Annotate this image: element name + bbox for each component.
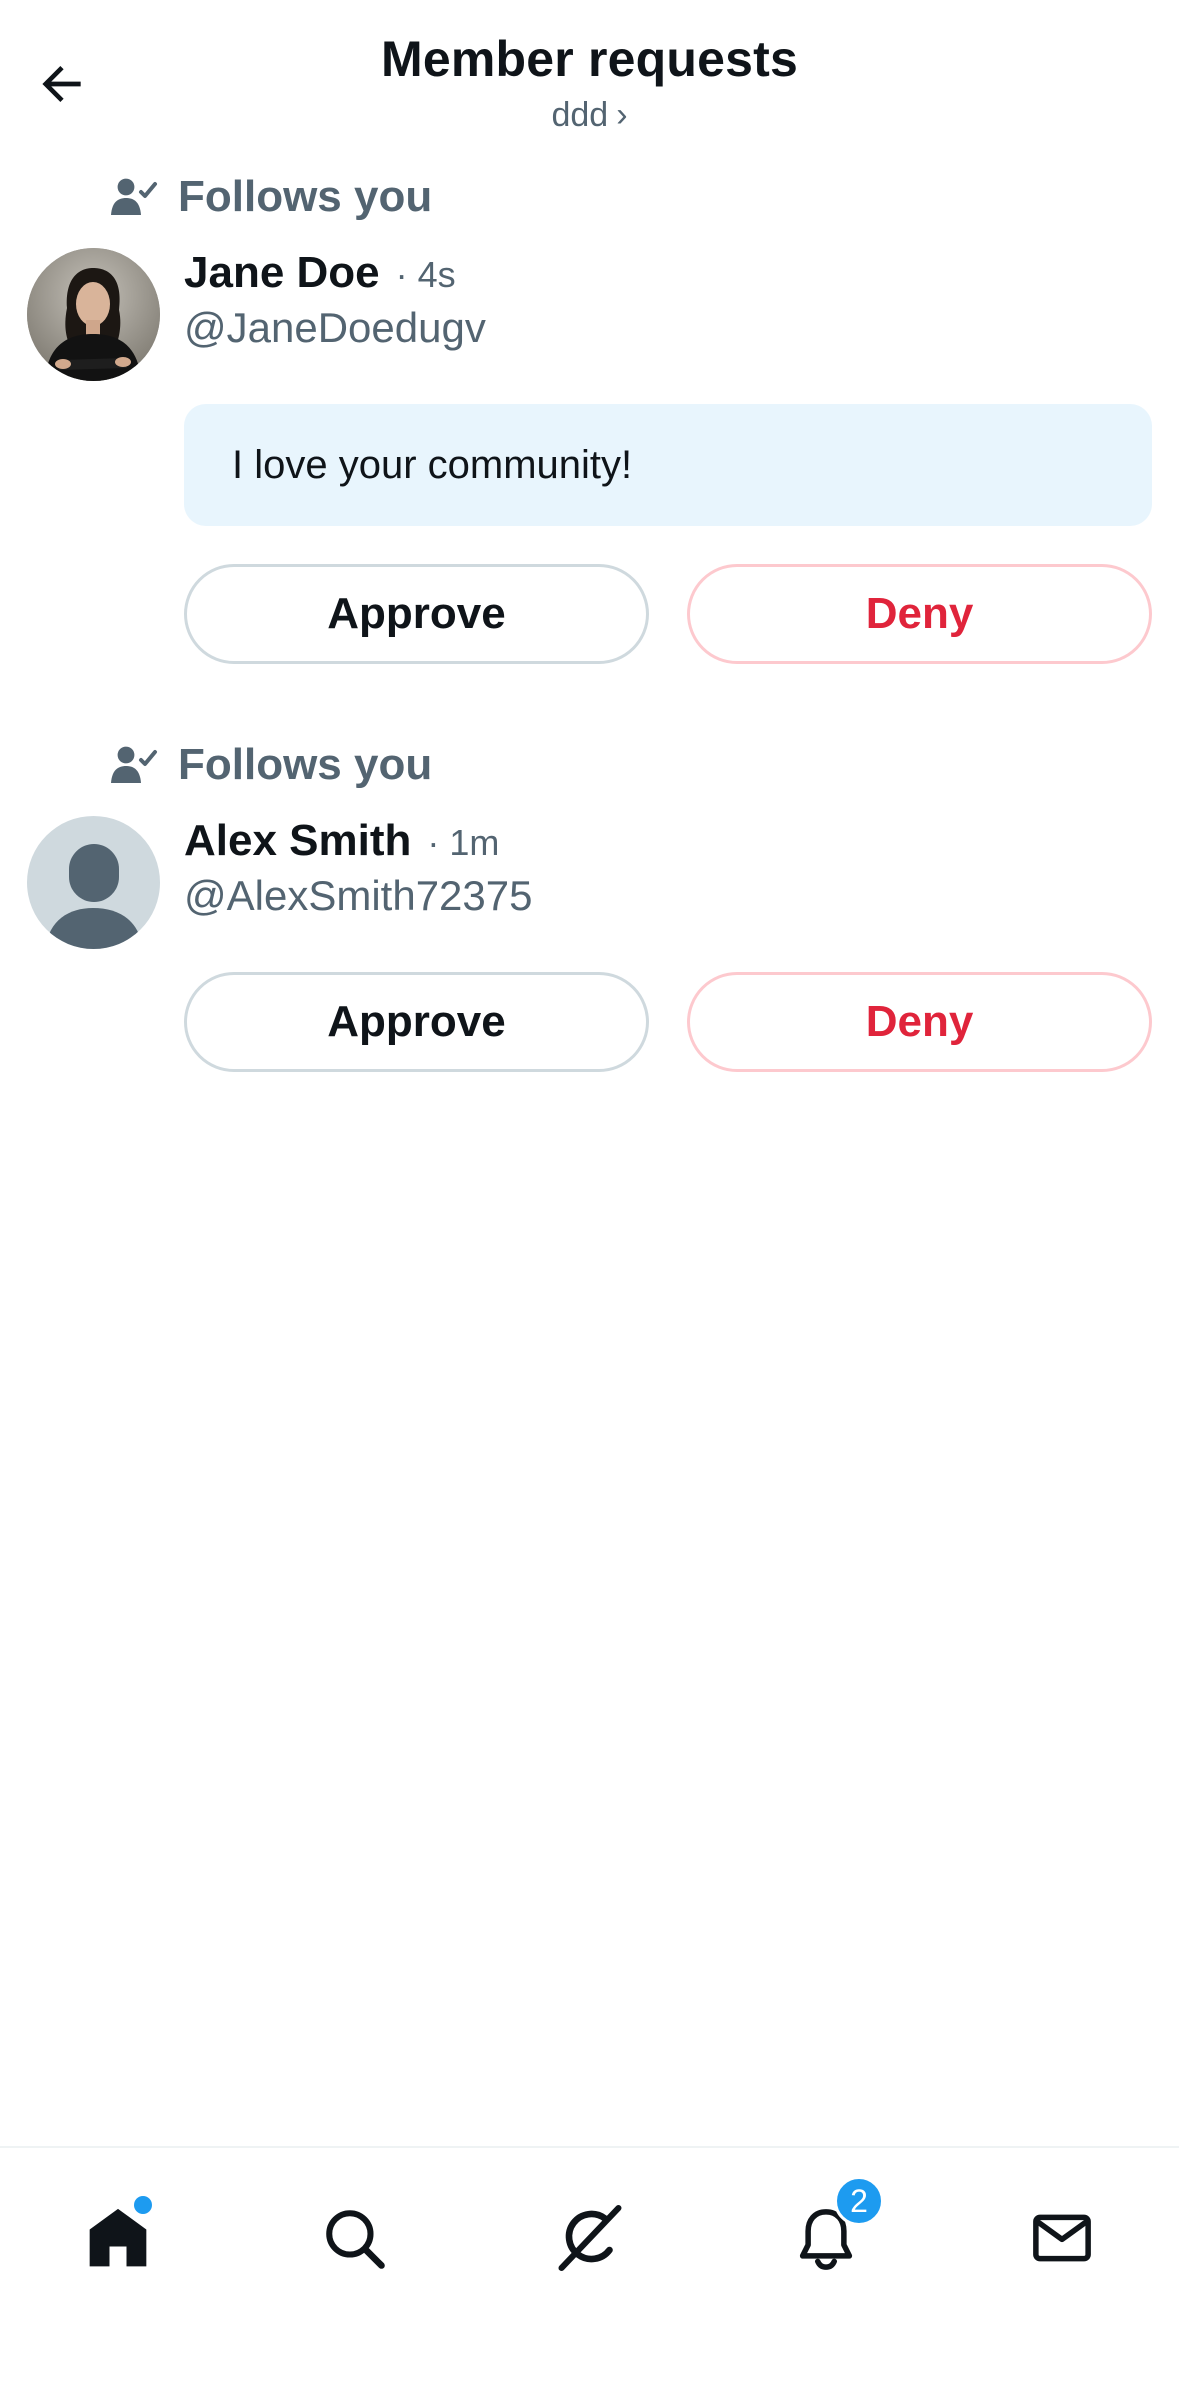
nav-home[interactable]	[58, 2178, 178, 2298]
person-check-icon	[111, 178, 157, 215]
approve-button[interactable]: Approve	[184, 972, 649, 1072]
follows-you-row: Follows you	[110, 740, 432, 790]
user-handle: @AlexSmith72375	[184, 872, 533, 919]
name-row: Alex Smith · 1m	[184, 816, 499, 866]
person-check-icon	[111, 746, 157, 783]
chevron-right-icon: ›	[616, 96, 628, 134]
avatar[interactable]	[27, 816, 160, 949]
name-row: Jane Doe · 4s	[184, 248, 456, 298]
follows-you-label: Follows you	[178, 172, 433, 221]
nav-grok[interactable]	[530, 2178, 650, 2298]
nav-search[interactable]	[294, 2178, 414, 2298]
user-handle: @JaneDoedugv	[184, 304, 486, 351]
timestamp: · 4s	[395, 254, 456, 295]
mail-icon	[1033, 2214, 1091, 2262]
nav-messages[interactable]	[1002, 2178, 1122, 2298]
bottom-nav: 2	[0, 2146, 1179, 2396]
request-message: I love your community!	[184, 404, 1152, 526]
search-icon	[326, 2210, 385, 2269]
member-requests-page: Member requests ddd › Follows you Jane D…	[0, 0, 1179, 2396]
deny-button[interactable]: Deny	[687, 564, 1152, 664]
notification-badge: 2	[834, 2176, 884, 2226]
grok-icon	[558, 2205, 622, 2271]
follows-you-label: Follows you	[178, 740, 433, 789]
default-avatar-icon	[27, 816, 160, 949]
home-icon	[89, 2208, 147, 2267]
avatar[interactable]	[27, 248, 160, 381]
community-link[interactable]: ddd ›	[551, 96, 627, 135]
follows-you-row: Follows you	[110, 172, 432, 222]
deny-button[interactable]: Deny	[687, 972, 1152, 1072]
header: Member requests ddd ›	[0, 0, 1179, 150]
approve-button[interactable]: Approve	[184, 564, 649, 664]
user-name[interactable]: Jane Doe	[184, 248, 380, 298]
timestamp: · 1m	[427, 822, 500, 863]
profile-photo	[27, 248, 160, 381]
title-block: Member requests ddd ›	[0, 30, 1179, 135]
community-name: ddd	[551, 96, 609, 134]
user-name[interactable]: Alex Smith	[184, 816, 411, 866]
unread-dot	[134, 2196, 152, 2214]
page-title: Member requests	[380, 31, 799, 87]
nav-notifications[interactable]: 2	[766, 2176, 886, 2298]
